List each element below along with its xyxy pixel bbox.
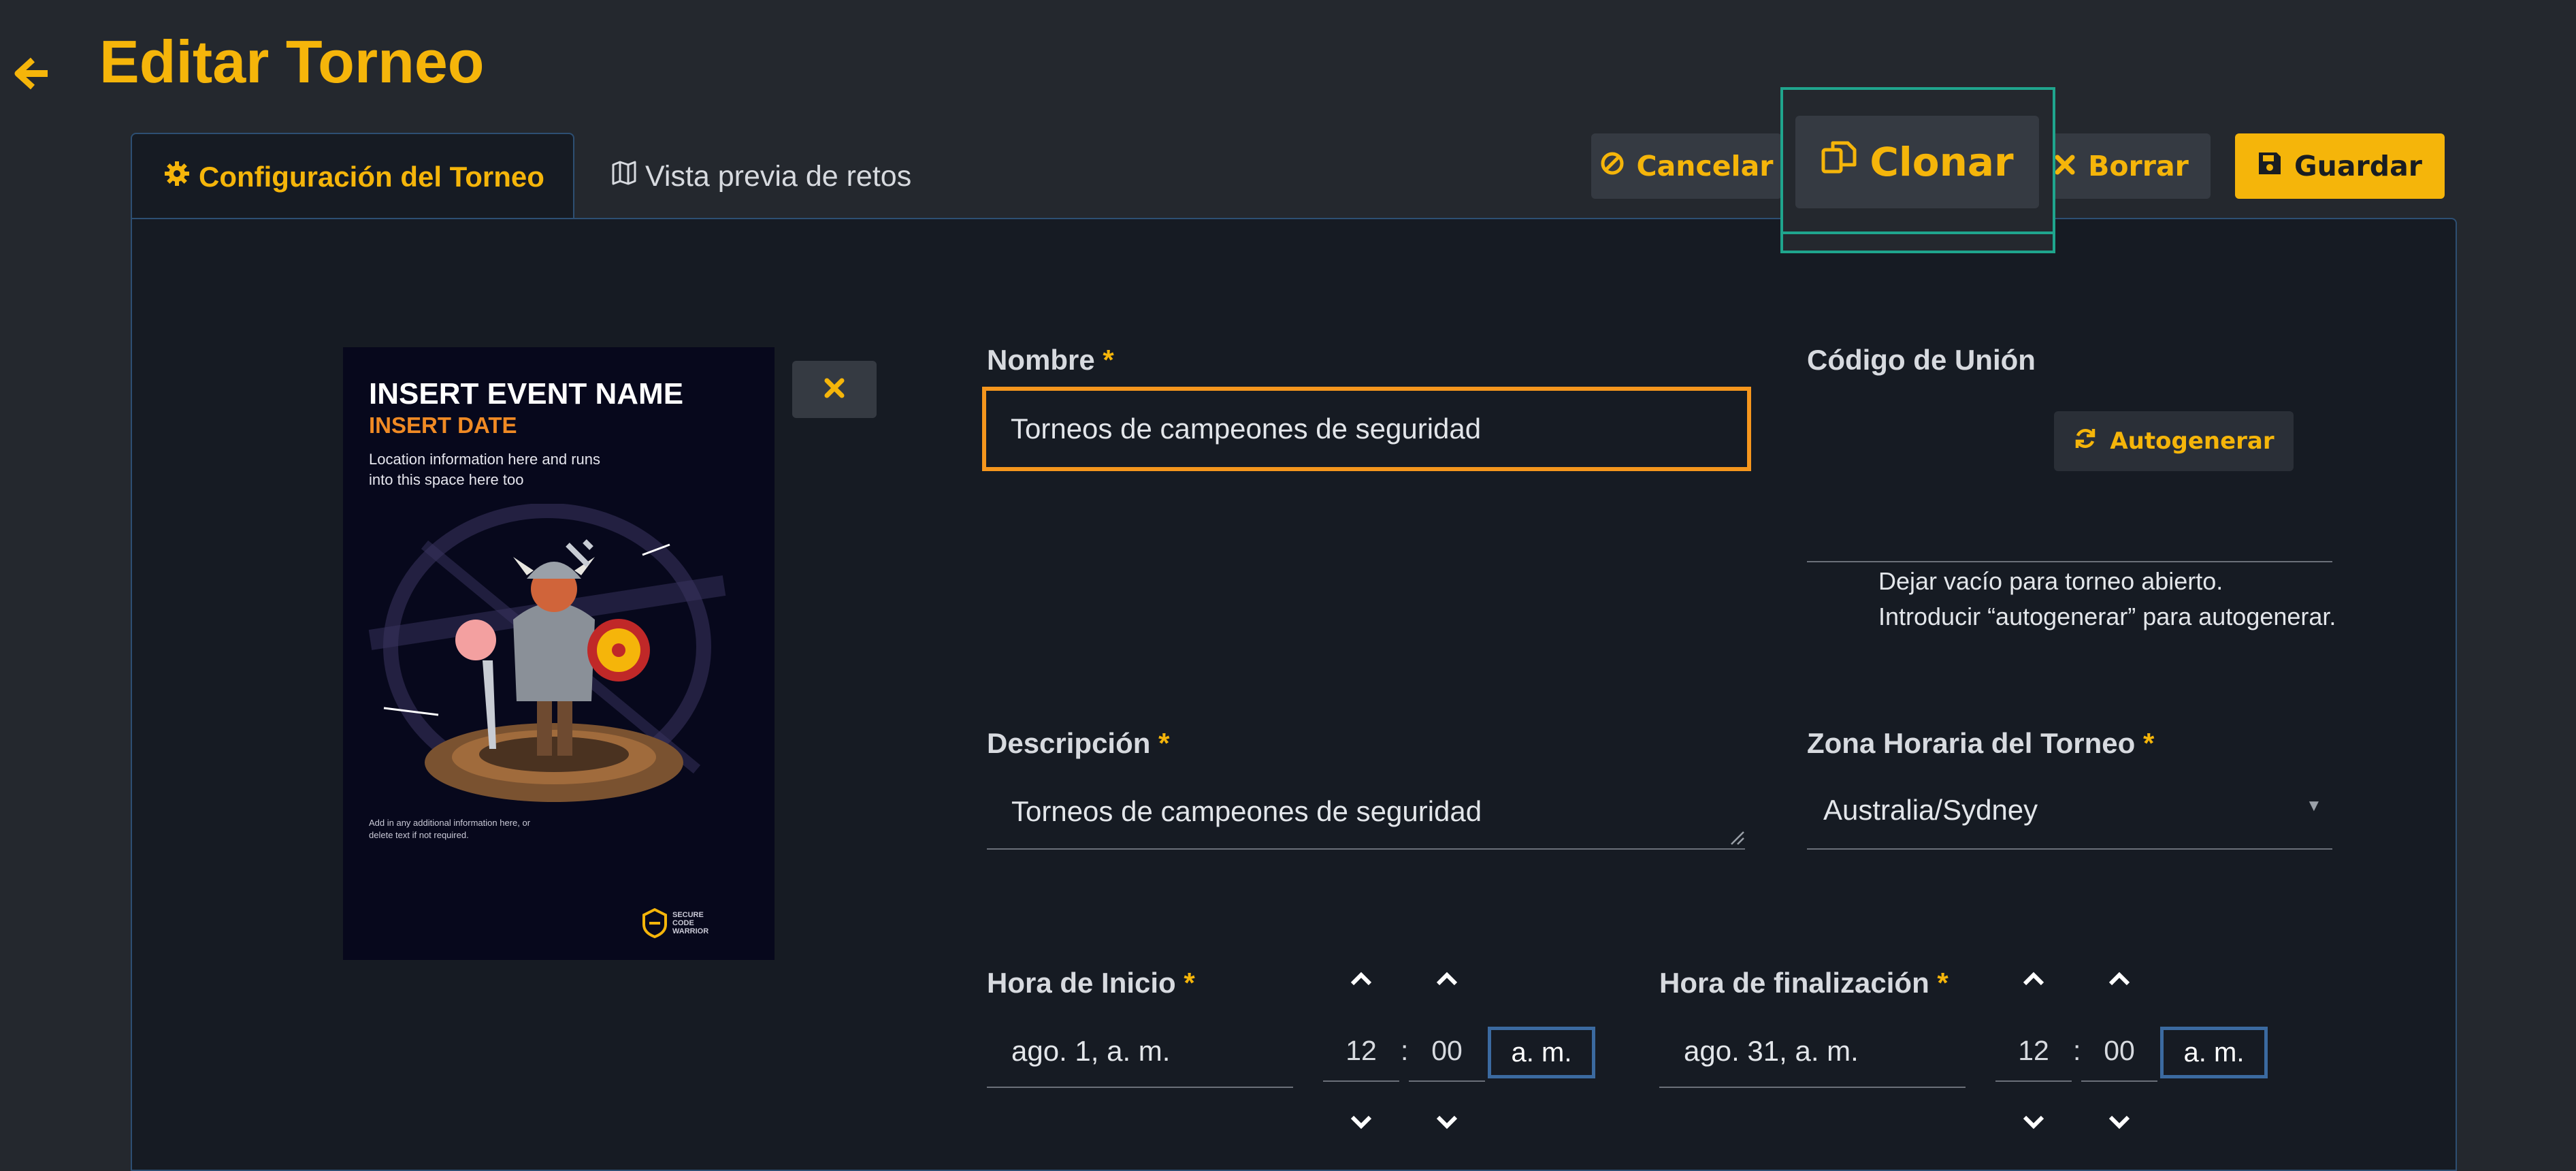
end-minute-down-icon[interactable] [2106, 1110, 2133, 1134]
save-button[interactable]: Guardar [2235, 133, 2445, 199]
start-meridiem-toggle[interactable]: a. m. [1488, 1027, 1595, 1078]
end-minute-input[interactable]: 00 [2081, 1035, 2157, 1082]
copy-icon [1821, 139, 1857, 185]
tab-tournament-settings[interactable]: Configuración del Torneo [131, 133, 574, 220]
start-minute-down-icon[interactable] [1433, 1110, 1461, 1134]
gear-icon [163, 160, 191, 194]
start-date-input[interactable]: ago. 1, a. m. [987, 1014, 1293, 1088]
poster-event-date: INSERT DATE [369, 413, 517, 438]
autogenerate-label: Autogenerar [2110, 428, 2275, 455]
end-date-input[interactable]: ago. 31, a. m. [1659, 1014, 1966, 1088]
description-value: Torneos de campeones de seguridad [1011, 795, 1482, 827]
poster-event-name: INSERT EVENT NAME [369, 377, 684, 411]
help-text-line: Introducir “autogenerar” para autogenera… [1878, 603, 2336, 630]
end-date-value: ago. 31, a. m. [1684, 1035, 1859, 1067]
description-label: Descripción * [987, 727, 1170, 759]
timezone-value: Australia/Sydney [1823, 794, 2038, 826]
description-textarea[interactable]: Torneos de campeones de seguridad [987, 776, 1745, 850]
start-minute-up-icon[interactable] [1433, 967, 1461, 991]
end-time-separator: : [2073, 1035, 2081, 1066]
chevron-down-icon: ▼ [2306, 797, 2322, 815]
start-date-value: ago. 1, a. m. [1011, 1035, 1171, 1067]
start-time-label: Hora de Inicio * [987, 967, 1195, 999]
page-title: Editar Torneo [99, 28, 485, 95]
delete-label: Borrar [2088, 150, 2189, 182]
back-arrow-icon[interactable] [12, 53, 50, 94]
poster-logo-text: SECURE CODE WARRIOR [672, 911, 709, 935]
end-meridiem-toggle[interactable]: a. m. [2160, 1027, 2268, 1078]
end-hour-input[interactable]: 12 [1995, 1035, 2072, 1082]
join-code-help: Dejar vacío para torneo abierto. Introdu… [1878, 564, 2336, 635]
join-code-input[interactable] [1807, 504, 2332, 562]
start-hour-input[interactable]: 12 [1323, 1035, 1399, 1082]
end-time-label: Hora de finalización * [1659, 967, 1949, 999]
tab-label: Configuración del Torneo [199, 161, 544, 193]
start-hour-down-icon[interactable] [1348, 1110, 1375, 1134]
end-hour-up-icon[interactable] [2020, 967, 2047, 991]
timezone-select[interactable]: Australia/Sydney [1807, 776, 2332, 850]
delete-button[interactable]: Borrar [2032, 133, 2211, 199]
name-input[interactable] [982, 387, 1751, 471]
required-marker: * [1103, 344, 1114, 376]
floppy-disk-icon [2257, 150, 2282, 182]
poster-logo: SECURE CODE WARRIOR [642, 908, 727, 938]
timezone-label: Zona Horaria del Torneo * [1807, 727, 2155, 759]
poster-location: Location information here and runs into … [369, 451, 600, 488]
save-label: Guardar [2294, 150, 2422, 182]
clone-highlight-divider [1780, 231, 2055, 234]
required-marker: * [2142, 727, 2155, 759]
clone-button[interactable]: Clonar [1795, 116, 2039, 208]
resize-grip-icon[interactable] [1727, 828, 1745, 846]
autogenerate-button[interactable]: Autogenerar [2054, 411, 2294, 471]
join-code-label: Código de Unión [1807, 344, 2036, 376]
ban-icon [1600, 150, 1625, 182]
start-minute-input[interactable]: 00 [1409, 1035, 1485, 1082]
start-hour-up-icon[interactable] [1348, 967, 1375, 991]
cancel-label: Cancelar [1636, 150, 1774, 182]
tab-challenge-preview[interactable]: Vista previa de retos [611, 153, 911, 200]
cancel-button[interactable]: Cancelar [1591, 133, 1782, 199]
remove-image-button[interactable] [792, 361, 877, 418]
poster-extra-info: Add in any additional information here, … [369, 818, 531, 840]
start-time-separator: : [1401, 1035, 1409, 1066]
tournament-poster-image: INSERT EVENT NAME INSERT DATE Location i… [343, 347, 775, 960]
viking-warrior-illustration [368, 504, 726, 802]
x-icon [824, 378, 845, 402]
x-icon [2054, 150, 2076, 182]
required-marker: * [1184, 967, 1195, 999]
help-text-line: Dejar vacío para torneo abierto. [1878, 567, 2223, 595]
scw-logo-icon [642, 908, 667, 938]
clone-label: Clonar [1870, 139, 2014, 185]
tab-label: Vista previa de retos [645, 159, 912, 193]
end-hour-down-icon[interactable] [2020, 1110, 2047, 1134]
required-marker: * [1158, 727, 1170, 759]
end-minute-up-icon[interactable] [2106, 967, 2133, 991]
map-icon [611, 160, 637, 193]
refresh-icon [2073, 426, 2098, 457]
name-label: Nombre * [987, 344, 1114, 376]
required-marker: * [1937, 967, 1949, 999]
